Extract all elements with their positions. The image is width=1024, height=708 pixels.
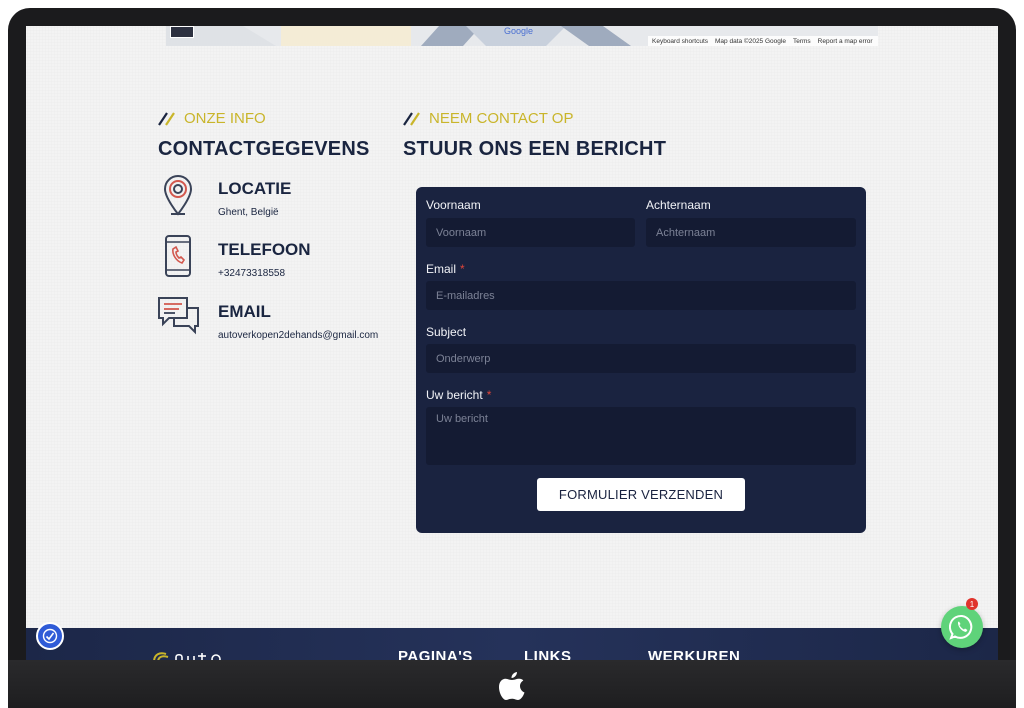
- submit-button[interactable]: FORMULIER VERZENDEN: [537, 478, 745, 511]
- google-map[interactable]: Google Keyboard shortcuts Map data ©2025…: [166, 26, 878, 46]
- phone-icon: [165, 235, 191, 277]
- required-mark: *: [460, 262, 465, 276]
- info-title: CONTACTGEGEVENS: [158, 138, 370, 160]
- phone-title: TELEFOON: [218, 240, 311, 259]
- apple-logo-icon: [499, 672, 525, 700]
- footer: PAGINA'S LINKS WERKUREN: [26, 628, 998, 660]
- phone-value[interactable]: +32473318558: [218, 268, 285, 279]
- email-input[interactable]: [426, 281, 856, 310]
- map-road: [561, 26, 631, 46]
- contact-form: Voornaam Achternaam Email* Subject Uw be…: [416, 187, 866, 533]
- accessibility-icon: [42, 628, 58, 644]
- location-title: LOCATIE: [218, 179, 292, 198]
- map-area: [281, 26, 411, 46]
- first-name-label: Voornaam: [426, 198, 481, 212]
- footer-heading-pages: PAGINA'S: [398, 648, 473, 660]
- email-title: EMAIL: [218, 302, 271, 321]
- chat-icon: [158, 297, 199, 335]
- whatsapp-notification-badge: 1: [966, 598, 978, 610]
- first-name-input[interactable]: [426, 218, 635, 247]
- slashes-icon: [403, 111, 420, 126]
- subject-label: Subject: [426, 325, 467, 339]
- form-eyebrow: NEEM CONTACT OP: [403, 110, 573, 127]
- report-map-error-link[interactable]: Report a map error: [818, 38, 873, 45]
- required-mark: *: [486, 388, 492, 402]
- message-label: Uw bericht *: [426, 388, 491, 402]
- whatsapp-button[interactable]: [941, 606, 983, 648]
- form-title: STUUR ONS EEN BERICHT: [403, 138, 667, 160]
- auto-logo-icon[interactable]: [152, 646, 248, 660]
- screen: Google Keyboard shortcuts Map data ©2025…: [26, 26, 998, 660]
- last-name-input[interactable]: [646, 218, 856, 247]
- message-textarea[interactable]: [426, 407, 856, 465]
- message-label-text: Uw bericht: [426, 388, 483, 402]
- google-logo: Google: [504, 26, 534, 36]
- terms-link[interactable]: Terms: [793, 38, 811, 45]
- email-label-text: Email: [426, 262, 457, 276]
- street-view-thumbnail[interactable]: [170, 26, 194, 38]
- info-eyebrow-text: ONZE INFO: [184, 110, 266, 127]
- accessibility-button[interactable]: [36, 622, 64, 650]
- footer-heading-links: LINKS: [524, 648, 572, 660]
- location-value: Ghent, België: [218, 207, 279, 218]
- footer-heading-hours: WERKUREN: [648, 648, 741, 660]
- whatsapp-icon: [949, 614, 973, 640]
- form-eyebrow-text: NEEM CONTACT OP: [429, 110, 574, 127]
- email-label: Email *: [426, 262, 465, 276]
- map-attribution: Keyboard shortcuts Map data ©2025 Google…: [648, 36, 878, 46]
- keyboard-shortcuts-link[interactable]: Keyboard shortcuts: [652, 38, 708, 45]
- last-name-label: Achternaam: [646, 198, 711, 212]
- location-pin-icon: [163, 175, 193, 216]
- info-eyebrow: ONZE INFO: [158, 110, 266, 127]
- map-data-text: Map data ©2025 Google: [715, 37, 786, 45]
- slashes-icon: [158, 111, 175, 126]
- email-value[interactable]: autoverkopen2dehands@gmail.com: [218, 330, 378, 341]
- subject-input[interactable]: [426, 344, 856, 373]
